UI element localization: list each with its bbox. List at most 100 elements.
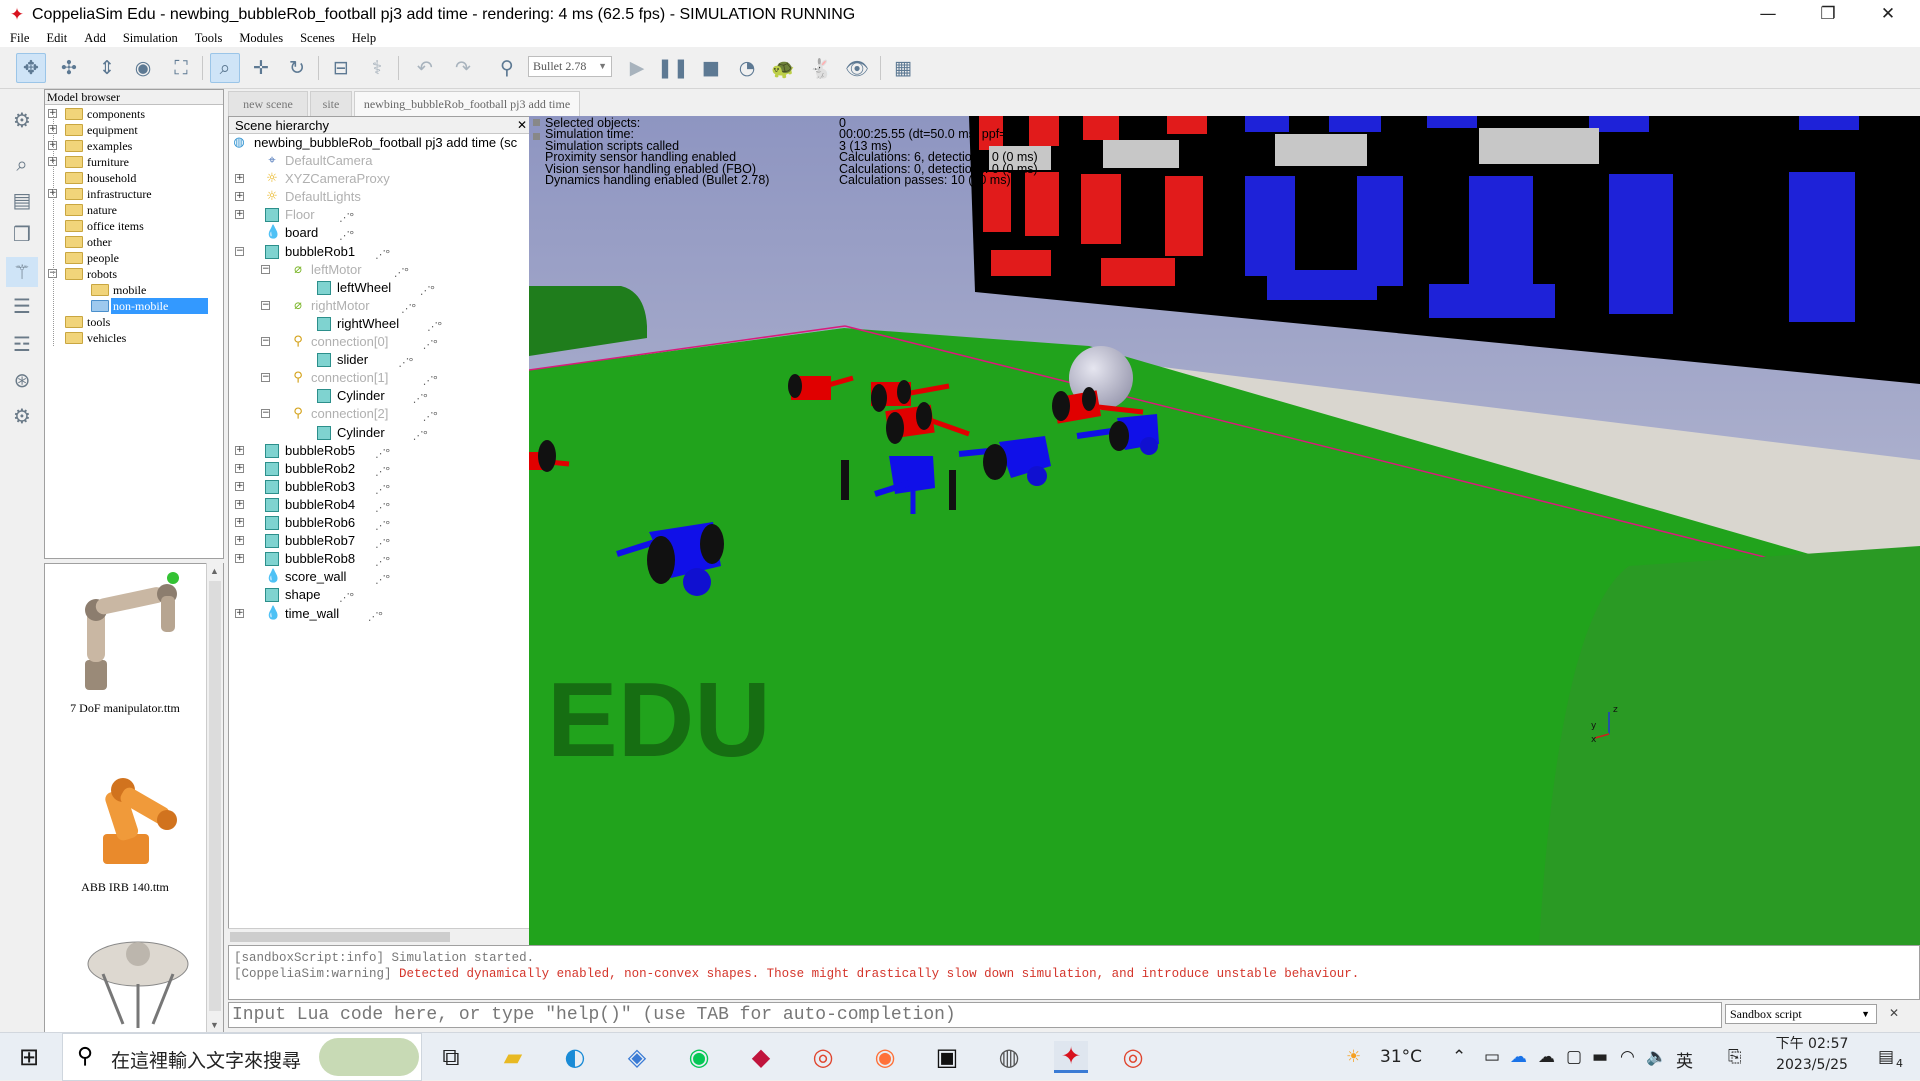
collapse-icon[interactable]: − (261, 337, 270, 346)
coppeliasim-taskbar-icon[interactable]: ✦ (1054, 1041, 1088, 1073)
app-sphere-icon[interactable]: ◍ (992, 1041, 1026, 1073)
delta-robot-thumbnail[interactable] (63, 924, 213, 1030)
collapse-icon[interactable]: − (261, 264, 270, 274)
wifi-icon[interactable]: ◠ (1620, 1047, 1635, 1067)
slow-down-icon[interactable]: 🐢 (768, 53, 798, 83)
layers-icon[interactable]: ☲ (6, 329, 38, 359)
camera-rotate-icon[interactable]: ✣ (54, 53, 84, 83)
battery-icon[interactable]: ▬ (1592, 1047, 1608, 1067)
script-icon[interactable]: ⋰° (339, 589, 361, 604)
script-icon[interactable]: ⋰° (375, 571, 397, 586)
model-folder[interactable]: tools (45, 314, 223, 330)
weather-temp[interactable]: 31°C (1380, 1047, 1422, 1067)
expand-icon[interactable]: + (235, 174, 244, 184)
expand-icon[interactable]: + (235, 518, 244, 527)
hierarchy-item[interactable]: + bubbleRob6 ⋰° (229, 514, 529, 532)
pause-simulation-icon[interactable]: ❚❚ (657, 53, 689, 83)
hierarchy-item[interactable]: + bubbleRob4 ⋰° (229, 496, 529, 514)
script-icon[interactable]: ⋰° (423, 408, 445, 423)
hierarchy-item[interactable]: 💧 score_wall ⋰° (229, 568, 529, 586)
script-icon[interactable]: ⋰° (375, 445, 397, 460)
script-icon[interactable]: ⋰° (375, 246, 397, 261)
close-icon[interactable]: ✕ (517, 117, 527, 134)
collapse-icon[interactable]: − (261, 300, 270, 310)
thumbnails-scrollbar[interactable]: ▲ ▼ (206, 563, 223, 1033)
start-simulation-icon[interactable]: ▶ (622, 53, 652, 83)
model-folder[interactable]: mobile (45, 282, 223, 298)
hierarchy-item[interactable]: + 💧 time_wall ⋰° (229, 605, 529, 623)
menu-simulation[interactable]: Simulation (119, 31, 178, 46)
volume-icon[interactable]: 🔈 (1646, 1047, 1667, 1067)
hierarchy-item[interactable]: − ⚲ connection[0] ⋰° (229, 333, 529, 351)
menu-tools[interactable]: Tools (191, 31, 223, 46)
physics-engine-select[interactable]: Bullet 2.78 ▼ (528, 56, 612, 77)
expand-icon[interactable]: + (235, 608, 244, 618)
model-folder[interactable]: + furniture (45, 154, 223, 170)
tray-app-icon[interactable]: ▭ (1484, 1047, 1500, 1067)
close-button[interactable]: ✕ (1860, 0, 1916, 29)
hierarchy-item[interactable]: rightWheel ⋰° (229, 315, 529, 333)
script-icon[interactable]: ⋰° (413, 390, 435, 405)
expand-icon[interactable]: + (235, 536, 244, 546)
terminal-icon[interactable]: ▣ (930, 1041, 964, 1073)
menu-help[interactable]: Help (348, 31, 376, 46)
undo-icon[interactable]: ↶ (410, 53, 440, 83)
script-selector[interactable]: Sandbox script ▼ (1725, 1004, 1877, 1024)
expand-icon[interactable]: + (235, 192, 244, 202)
media-app-icon[interactable]: ◆ (744, 1041, 778, 1073)
3d-viewport[interactable]: z y x EDU (529, 116, 1920, 945)
maximize-button[interactable]: ❐ (1800, 0, 1856, 29)
camera-shift-icon[interactable]: ⇕ (92, 53, 122, 83)
script-icon[interactable]: ⋰° (401, 300, 423, 315)
script-icon[interactable]: ⋰° (375, 535, 397, 550)
collapse-icon[interactable]: − (235, 246, 244, 256)
script-icon[interactable]: ⋰° (398, 354, 420, 369)
expand-icon[interactable]: + (235, 554, 244, 564)
redo-icon[interactable]: ↷ (448, 53, 478, 83)
menu-add[interactable]: Add (80, 31, 106, 46)
model-folder[interactable]: + examples (45, 138, 223, 154)
info-toggle-icon[interactable] (533, 133, 540, 140)
weather-icon[interactable]: ☀ (1346, 1047, 1361, 1067)
hierarchy-item[interactable]: − ⚲ connection[1] ⋰° (229, 369, 529, 387)
speed-up-icon[interactable]: 🐇 (806, 53, 836, 83)
script-icon[interactable]: ⋰° (375, 517, 397, 532)
script-icon[interactable]: ⋰° (375, 499, 397, 514)
minimize-button[interactable]: — (1740, 0, 1796, 29)
display-icon[interactable]: ▢ (1566, 1047, 1582, 1067)
hierarchy-item[interactable]: − ⌀ rightMotor ⋰° (229, 297, 529, 315)
chrome-profile-icon[interactable]: ◎ (1116, 1041, 1150, 1073)
lua-command-input[interactable]: Input Lua code here, or type "help()" (u… (228, 1002, 1722, 1028)
hierarchy-item[interactable]: − bubbleRob1 ⋰° (229, 243, 529, 261)
notification-icon[interactable]: ▤ (1878, 1047, 1894, 1067)
model-folder[interactable]: non-mobile (45, 298, 223, 314)
ime-indicator[interactable]: 英 (1676, 1047, 1693, 1072)
real-time-icon[interactable]: ◔ (732, 53, 762, 83)
script-icon[interactable]: ⋰° (423, 372, 445, 387)
expand-icon[interactable]: + (235, 499, 244, 509)
script-icon[interactable]: ⋰° (375, 553, 397, 568)
scene-hierarchy-toggle-icon[interactable]: ☰ (6, 291, 38, 321)
camera-angle-icon[interactable]: ◉ (128, 53, 158, 83)
hierarchy-item[interactable]: + ☼ DefaultLights (229, 188, 529, 206)
windows-start-icon[interactable]: ⊞ (12, 1041, 46, 1073)
script-icon[interactable]: ⋰° (423, 336, 445, 351)
ime-mode-icon[interactable]: ⎘ (1728, 1047, 1742, 1067)
camera-pan-icon[interactable]: ✥ (16, 53, 46, 83)
collapse-icon[interactable]: − (261, 409, 270, 419)
tab-site[interactable]: site (310, 91, 352, 117)
simulation-settings-icon[interactable]: ⚙ (6, 105, 38, 135)
hierarchy-item[interactable]: + ☼ XYZCameraProxy (229, 170, 529, 188)
page-selector-icon[interactable]: ▦ (888, 53, 918, 83)
model-folder[interactable]: vehicles (45, 330, 223, 346)
script-icon[interactable]: ⋰° (375, 481, 397, 496)
expand-icon[interactable]: + (235, 481, 244, 491)
collapse-icon[interactable]: − (261, 373, 270, 383)
hierarchy-scrollbar[interactable] (228, 928, 530, 944)
visualization-icon[interactable]: 👁 (842, 53, 872, 83)
menu-scenes[interactable]: Scenes (296, 31, 335, 46)
info-toggle-icon[interactable] (533, 119, 540, 126)
hierarchy-item[interactable]: + bubbleRob3 ⋰° (229, 478, 529, 496)
hierarchy-item[interactable]: Cylinder ⋰° (229, 424, 529, 442)
model-folder[interactable]: nature (45, 202, 223, 218)
